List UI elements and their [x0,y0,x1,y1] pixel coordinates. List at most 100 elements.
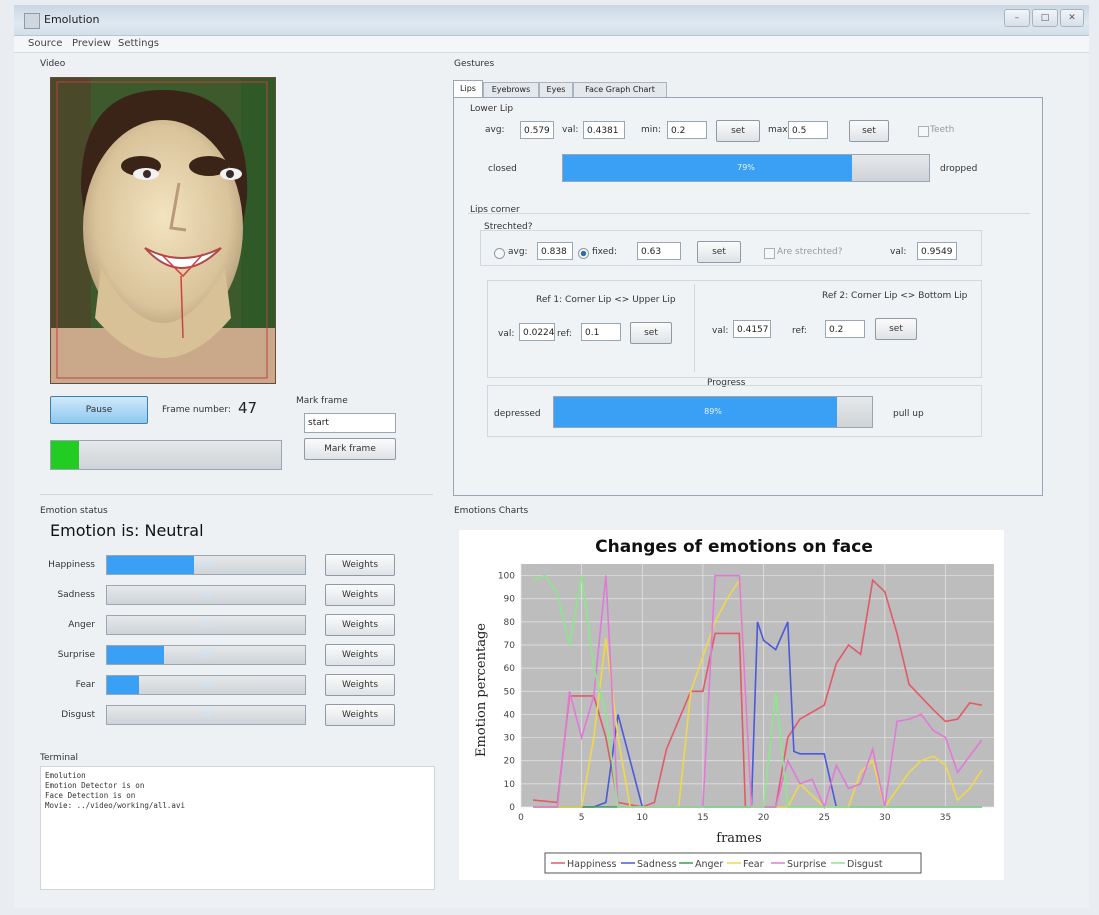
y-tick-label: 60 [504,664,516,674]
x-tick-label: 30 [879,813,891,823]
y-tick-label: 70 [504,641,516,651]
corner-fixed-field[interactable]: 0.63 [637,242,681,260]
y-tick-label: 50 [504,687,516,697]
ref2-ref-field[interactable]: 0.2 [825,320,865,338]
lower-lip-set-max-button[interactable]: set [849,120,889,142]
corner-val-field[interactable]: 0.9549 [917,242,957,260]
lower-lip-left-label: closed [488,164,517,174]
lower-lip-progress-text: 79% [737,163,755,172]
tab-lips[interactable]: Lips [453,80,483,98]
avg-radio[interactable] [494,248,505,259]
corner-val-label: val: [890,247,907,257]
lower-lip-min-field[interactable]: 0.2 [667,121,707,139]
corner-left-label: depressed [494,409,541,419]
ref2-val-field[interactable]: 0.4157 [733,320,771,338]
weights-button-happiness[interactable]: Weights [325,554,395,576]
corner-progress-bar: 89% [553,396,873,428]
lower-lip-val-label: val: [562,125,579,135]
emotion-bar-surprise: 29% [106,645,306,665]
legend-label: Sadness [637,859,677,870]
pause-button[interactable]: Pause [50,396,148,424]
fixed-radio[interactable] [578,248,589,259]
x-tick-label: 35 [940,813,951,823]
terminal-box[interactable]: Emolution Emotion Detector is on Face Dete… [40,766,435,890]
chart-svg: Changes of emotions on face 010203040506… [474,537,994,874]
weights-button-fear[interactable]: Weights [325,674,395,696]
corner-progress-text: 89% [704,407,722,416]
lower-lip-progress-bar: 79% [562,154,930,182]
gestures-label: Gestures [454,59,495,69]
emotions-chart: Changes of emotions on face 0 10 20 30 40 50 6… [459,530,1004,880]
menu-preview[interactable]: Preview [72,38,111,49]
video-progress-fill [51,441,79,469]
corner-avg-label: avg: [508,247,528,257]
mark-frame-label: Mark frame [296,396,348,406]
emotion-bar-fear: 16% [106,675,306,695]
weights-button-disgust[interactable]: Weights [325,704,395,726]
lips-corner-divider [468,213,1030,214]
ref1-val-field[interactable]: 0.0224 [519,323,555,341]
terminal-line: Emotion Detector is on [45,781,145,790]
y-tick-label: 0 [509,803,515,813]
ref1-set-button[interactable]: set [630,322,672,344]
ref2-val-label: val: [712,326,729,336]
legend-label: Anger [695,859,723,870]
lower-lip-max-field[interactable]: 0.5 [788,121,828,139]
gestures-tab-strip: Lips Eyebrows Eyes Face Graph Chart [453,80,667,99]
teeth-checkbox[interactable] [918,126,929,137]
ref2-ref-label: ref: [792,326,807,336]
lower-lip-avg-label: avg: [485,125,505,135]
legend-label: Disgust [847,859,883,870]
weights-button-anger[interactable]: Weights [325,614,395,636]
lower-lip-title: Lower Lip [470,104,514,114]
ref2-set-button[interactable]: set [875,318,917,340]
lower-lip-val-field[interactable]: 0.4381 [583,121,625,139]
ref1-ref-field[interactable]: 0.1 [581,323,621,341]
emotion-name-surprise: Surprise [57,650,95,660]
weights-button-surprise[interactable]: Weights [325,644,395,666]
chart-ylabel: Emotion percentage [474,623,489,757]
emotion-name-fear: Fear [75,680,95,690]
maximize-button[interactable]: □ [1032,9,1058,27]
emotion-bar-sadness: 0% [106,585,306,605]
video-progress-bar [50,440,282,470]
x-tick-label: 25 [818,813,829,823]
y-tick-label: 20 [504,757,516,767]
lower-lip-right-label: dropped [940,164,978,174]
frame-number-label: Frame number: [162,405,231,415]
menu-bar: Source Preview Settings [14,36,1089,53]
menu-settings[interactable]: Settings [118,38,159,49]
lower-lip-avg-field[interactable]: 0.579 [520,121,554,139]
emotion-status-label: Emotion status [40,506,108,516]
y-tick-label: 40 [504,710,516,720]
plot-area [521,564,994,807]
x-tick-label: 10 [637,813,649,823]
terminal-label: Terminal [40,753,79,763]
teeth-label: Teeth [930,125,955,135]
minimize-button[interactable]: – [1004,9,1030,27]
emotion-bar-text: 0% [199,590,213,599]
emotion-bar-text: 16% [197,680,215,689]
face-image [51,78,275,383]
mark-frame-button[interactable]: Mark frame [304,438,396,460]
legend-label: Happiness [567,859,616,870]
video-section-label: Video [40,59,66,69]
corner-set-button[interactable]: set [697,241,741,263]
close-button[interactable]: ✕ [1060,9,1084,27]
corner-avg-field[interactable]: 0.838 [537,242,573,260]
legend-label: Surprise [787,859,826,870]
refs-divider [694,284,695,372]
lower-lip-set-min-button[interactable]: set [716,120,760,142]
menu-source[interactable]: Source [28,38,62,49]
are-stretched-checkbox[interactable] [764,248,775,259]
emotion-bar-text: 0% [199,620,213,629]
terminal-line: Movie: ../video/working/all.avi [45,801,185,810]
emotion-name-happiness: Happiness [48,560,95,570]
ref1-ref-label: ref: [557,329,572,339]
y-tick-label: 10 [504,780,516,790]
x-tick-label: 15 [697,813,708,823]
weights-button-sadness[interactable]: Weights [325,584,395,606]
emotion-bar-happiness: 44% [106,555,306,575]
mark-frame-input[interactable]: start [304,413,396,433]
x-tick-label: 0 [518,813,524,823]
